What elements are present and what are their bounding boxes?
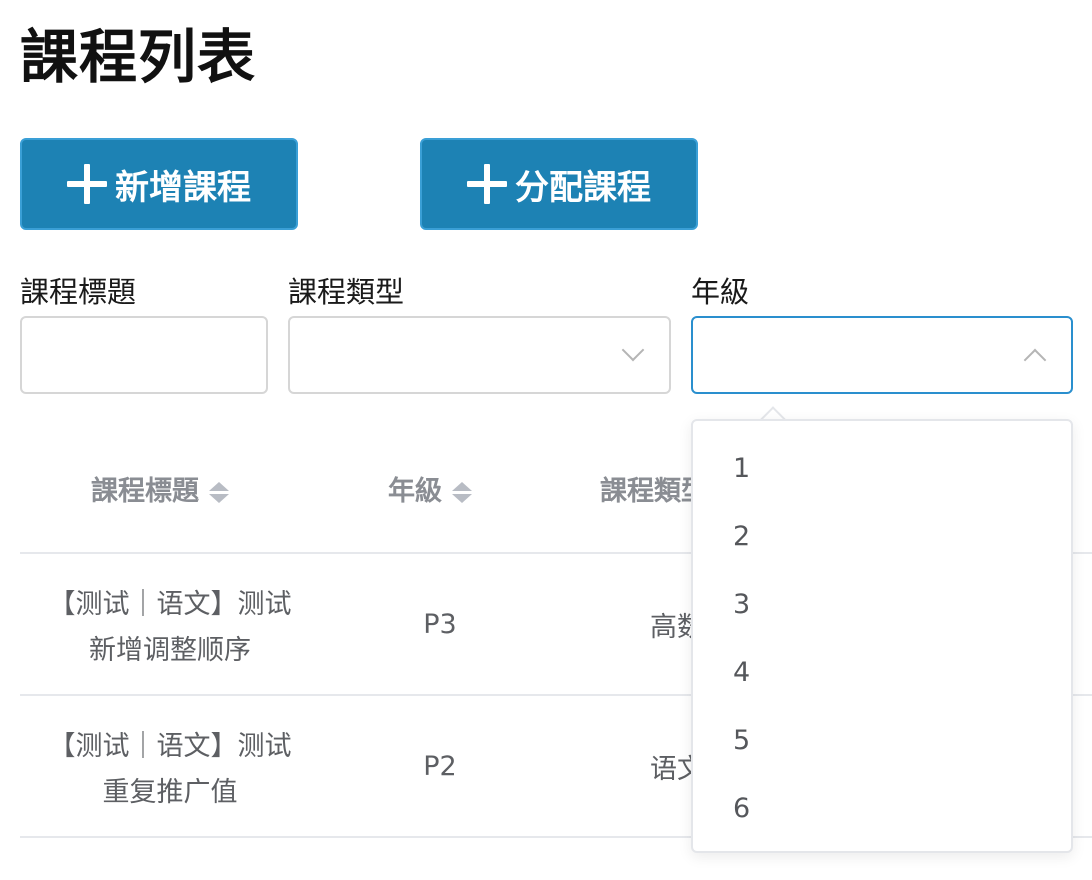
column-header-type-label: 課程類型 xyxy=(600,476,700,507)
column-header-title-label: 課程標題 xyxy=(91,476,199,507)
grade-option[interactable]: 4 xyxy=(693,639,1071,707)
column-header-grade[interactable]: 年級 xyxy=(388,470,472,514)
title-line-1: 【测试｜语文】测试 xyxy=(48,589,292,620)
cell-course-title: 【测试｜语文】测试 重复推广值 xyxy=(20,724,320,816)
column-header-title[interactable]: 課程標題 xyxy=(91,470,229,514)
grade-dropdown-menu: 1 2 3 4 5 6 xyxy=(691,419,1073,853)
course-title-input[interactable] xyxy=(20,316,268,394)
chevron-up-icon xyxy=(1023,348,1047,372)
cell-grade: P3 xyxy=(423,608,457,640)
column-header-type[interactable]: 課程類型 xyxy=(600,470,700,514)
sort-icon[interactable] xyxy=(209,481,229,503)
title-line-1: 【测试｜语文】测试 xyxy=(48,731,292,762)
grade-option[interactable]: 1 xyxy=(693,435,1071,503)
grade-select[interactable] xyxy=(691,316,1073,394)
grade-option[interactable]: 3 xyxy=(693,571,1071,639)
plus-icon xyxy=(467,164,507,204)
column-header-grade-label: 年級 xyxy=(388,476,442,507)
assign-course-button[interactable]: 分配課程 xyxy=(420,138,698,230)
title-line-2: 新增调整顺序 xyxy=(89,635,251,666)
cell-course-title: 【测试｜语文】测试 新增调整顺序 xyxy=(20,582,320,674)
filter-type-label: 課程類型 xyxy=(288,275,405,309)
add-course-label: 新增課程 xyxy=(115,167,251,208)
add-course-button[interactable]: 新增課程 xyxy=(20,138,298,230)
assign-course-label: 分配課程 xyxy=(515,167,651,208)
grade-option[interactable]: 5 xyxy=(693,707,1071,775)
plus-icon xyxy=(67,164,107,204)
grade-option[interactable]: 2 xyxy=(693,503,1071,571)
sort-icon[interactable] xyxy=(452,481,472,503)
grade-option[interactable]: 6 xyxy=(693,775,1071,843)
filter-title-label: 課程標題 xyxy=(20,275,137,309)
course-type-select[interactable] xyxy=(288,316,671,394)
title-line-2: 重复推广值 xyxy=(102,777,238,808)
cell-grade: P2 xyxy=(423,750,457,782)
page-title: 課程列表 xyxy=(20,23,257,91)
chevron-down-icon xyxy=(621,338,645,362)
filter-grade-label: 年級 xyxy=(691,275,750,309)
